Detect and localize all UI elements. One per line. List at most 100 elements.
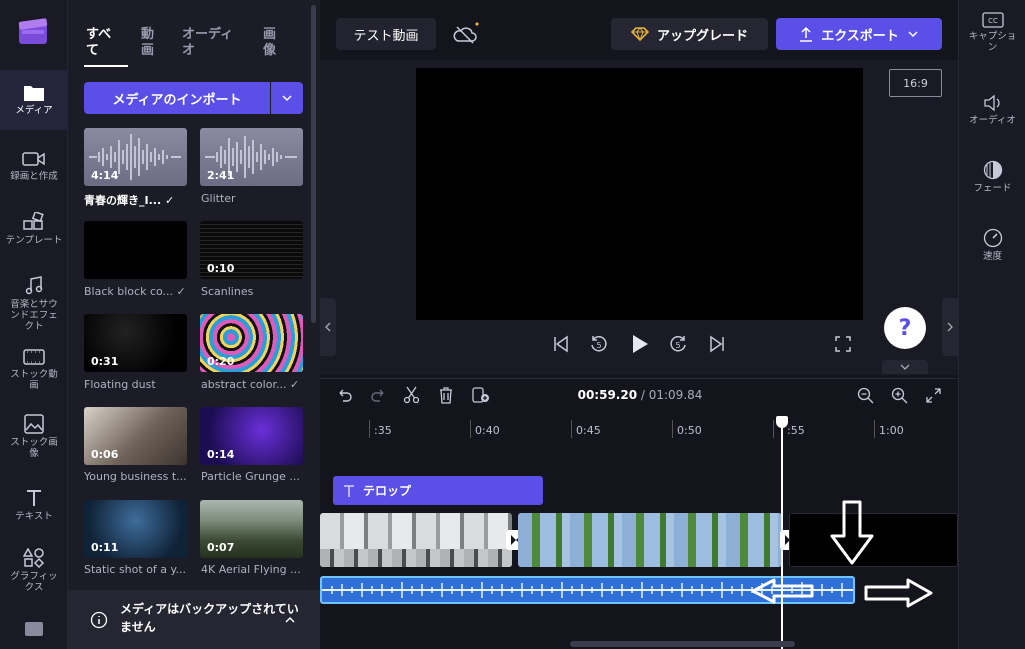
chevron-right-icon bbox=[947, 322, 953, 332]
media-duration: 0:06 bbox=[91, 448, 119, 461]
import-options-button[interactable] bbox=[271, 82, 303, 114]
forward-5-icon[interactable]: 5 bbox=[668, 334, 688, 354]
media-duration: 0:20 bbox=[207, 355, 235, 368]
media-caption: Scanlines bbox=[201, 285, 254, 298]
media-thumb[interactable]: 0:11 bbox=[84, 500, 187, 558]
time-separator: / bbox=[637, 388, 649, 402]
media-duration: 0:10 bbox=[207, 262, 235, 275]
rail-item-text[interactable]: テキスト bbox=[0, 488, 68, 522]
media-scrollbar[interactable] bbox=[311, 5, 316, 323]
video-preview[interactable] bbox=[416, 68, 863, 320]
tab-image[interactable]: 画像 bbox=[263, 27, 279, 59]
chevron-up-icon[interactable] bbox=[284, 616, 296, 624]
rail-item-speed[interactable]: 速度 bbox=[959, 228, 1025, 262]
brand-kit-icon[interactable] bbox=[25, 622, 43, 636]
media-duration: 0:11 bbox=[91, 541, 119, 554]
project-title[interactable]: テスト動画 bbox=[336, 18, 436, 50]
rail-item-stock-video[interactable]: ストック動画 bbox=[0, 348, 68, 391]
rail-item-fade[interactable]: フェード bbox=[959, 160, 1025, 194]
media-thumb[interactable]: 0:31 bbox=[84, 314, 187, 372]
folder-icon bbox=[24, 86, 44, 101]
fit-to-screen-icon[interactable] bbox=[925, 387, 942, 404]
skip-end-icon[interactable] bbox=[708, 335, 726, 353]
import-media-button[interactable]: メディアのインポート bbox=[84, 82, 270, 114]
ruler-label: 0:45 bbox=[576, 424, 601, 437]
chevron-down-icon bbox=[908, 31, 918, 38]
ruler-tick bbox=[369, 420, 370, 438]
ruler-tick bbox=[571, 420, 572, 438]
rail-label: テンプレート bbox=[5, 235, 63, 246]
info-icon bbox=[90, 611, 108, 629]
text-icon bbox=[27, 490, 41, 506]
rail-item-templates[interactable]: テンプレート bbox=[0, 212, 68, 246]
media-thumb[interactable]: 0:06 bbox=[84, 407, 187, 465]
undo-icon[interactable] bbox=[337, 387, 353, 403]
template-icon bbox=[23, 212, 44, 230]
tab-underline bbox=[84, 65, 128, 67]
film-icon bbox=[23, 349, 45, 365]
rewind-5-icon[interactable]: 5 bbox=[589, 334, 609, 354]
export-button[interactable]: エクスポート bbox=[776, 18, 942, 50]
caption-clip[interactable]: テロップ bbox=[333, 476, 543, 505]
play-icon[interactable] bbox=[630, 333, 650, 355]
app-logo[interactable] bbox=[16, 14, 52, 50]
ruler-tick bbox=[874, 420, 875, 438]
camera-icon bbox=[22, 152, 45, 166]
media-thumb[interactable]: 0:14 bbox=[200, 407, 303, 465]
right-rail: CC キャプション オーディオ フェード 速度 bbox=[958, 0, 1025, 649]
tab-all[interactable]: すべて bbox=[86, 27, 120, 59]
timeline-ruler[interactable] bbox=[320, 418, 958, 440]
upload-icon bbox=[800, 26, 813, 42]
rail-label: ストック画像 bbox=[10, 437, 58, 459]
rail-item-stock-image[interactable]: ストック画像 bbox=[0, 414, 68, 459]
media-thumb[interactable]: 0:07 bbox=[200, 500, 303, 558]
media-thumb[interactable] bbox=[84, 221, 187, 279]
rail-item-music[interactable]: 音楽とサウンドエフェクト bbox=[0, 276, 68, 332]
rail-item-record[interactable]: 録画と作成 bbox=[0, 150, 68, 182]
upgrade-button[interactable]: アップグレード bbox=[611, 18, 768, 50]
timeline-scrollbar[interactable] bbox=[570, 641, 795, 647]
scissors-icon[interactable] bbox=[403, 386, 420, 404]
skip-start-icon[interactable] bbox=[552, 335, 570, 353]
media-duration: 2:41 bbox=[207, 169, 235, 182]
annotation-arrow-right bbox=[864, 578, 933, 608]
zoom-out-icon[interactable] bbox=[857, 387, 874, 404]
media-duration: 4:14 bbox=[91, 169, 119, 182]
collapse-left-handle[interactable] bbox=[320, 298, 336, 356]
media-thumb[interactable]: 4:14 bbox=[84, 128, 187, 186]
timecode: 00:59.20 / 01:09.84 bbox=[560, 388, 720, 402]
rail-item-media[interactable]: メディア bbox=[0, 70, 68, 130]
speaker-icon bbox=[983, 94, 1000, 112]
redo-icon[interactable] bbox=[370, 387, 386, 403]
media-thumb[interactable]: 0:10 bbox=[200, 221, 303, 279]
aspect-ratio-button[interactable]: 16:9 bbox=[889, 69, 942, 97]
playhead[interactable] bbox=[781, 420, 783, 649]
tab-video[interactable]: 動画 bbox=[141, 27, 157, 59]
media-thumb[interactable]: 2:41 bbox=[200, 128, 303, 186]
collapse-right-handle[interactable] bbox=[942, 298, 958, 356]
collapse-timeline-handle[interactable] bbox=[882, 360, 928, 374]
video-clip-church[interactable] bbox=[320, 513, 512, 567]
cloud-off-icon[interactable] bbox=[452, 22, 482, 46]
playhead-handle[interactable] bbox=[776, 416, 788, 428]
fullscreen-icon[interactable] bbox=[835, 336, 851, 352]
tab-audio[interactable]: オーディオ bbox=[182, 27, 244, 59]
export-label: エクスポート bbox=[821, 28, 899, 44]
rail-label: 録画と作成 bbox=[10, 171, 58, 182]
backup-notice[interactable]: メディアはバックアップされていません bbox=[68, 590, 320, 649]
ruler-label: 0:50 bbox=[677, 424, 702, 437]
rail-item-captions[interactable]: CC キャプション bbox=[959, 12, 1025, 53]
svg-text:5: 5 bbox=[675, 341, 680, 350]
add-to-timeline-icon[interactable] bbox=[471, 386, 491, 404]
video-clip-trees[interactable] bbox=[518, 513, 782, 567]
media-duration: 0:31 bbox=[91, 355, 119, 368]
rail-item-audio[interactable]: オーディオ bbox=[959, 94, 1025, 126]
svg-text:5: 5 bbox=[596, 341, 601, 350]
diamond-icon bbox=[630, 27, 649, 41]
zoom-in-icon[interactable] bbox=[891, 387, 908, 404]
rail-item-graphics[interactable]: グラフィックス bbox=[0, 548, 68, 593]
trash-icon[interactable] bbox=[438, 386, 454, 404]
help-button[interactable]: ? bbox=[884, 307, 926, 349]
media-thumb[interactable]: 0:20 bbox=[200, 314, 303, 372]
rail-label: テキスト bbox=[15, 511, 53, 522]
